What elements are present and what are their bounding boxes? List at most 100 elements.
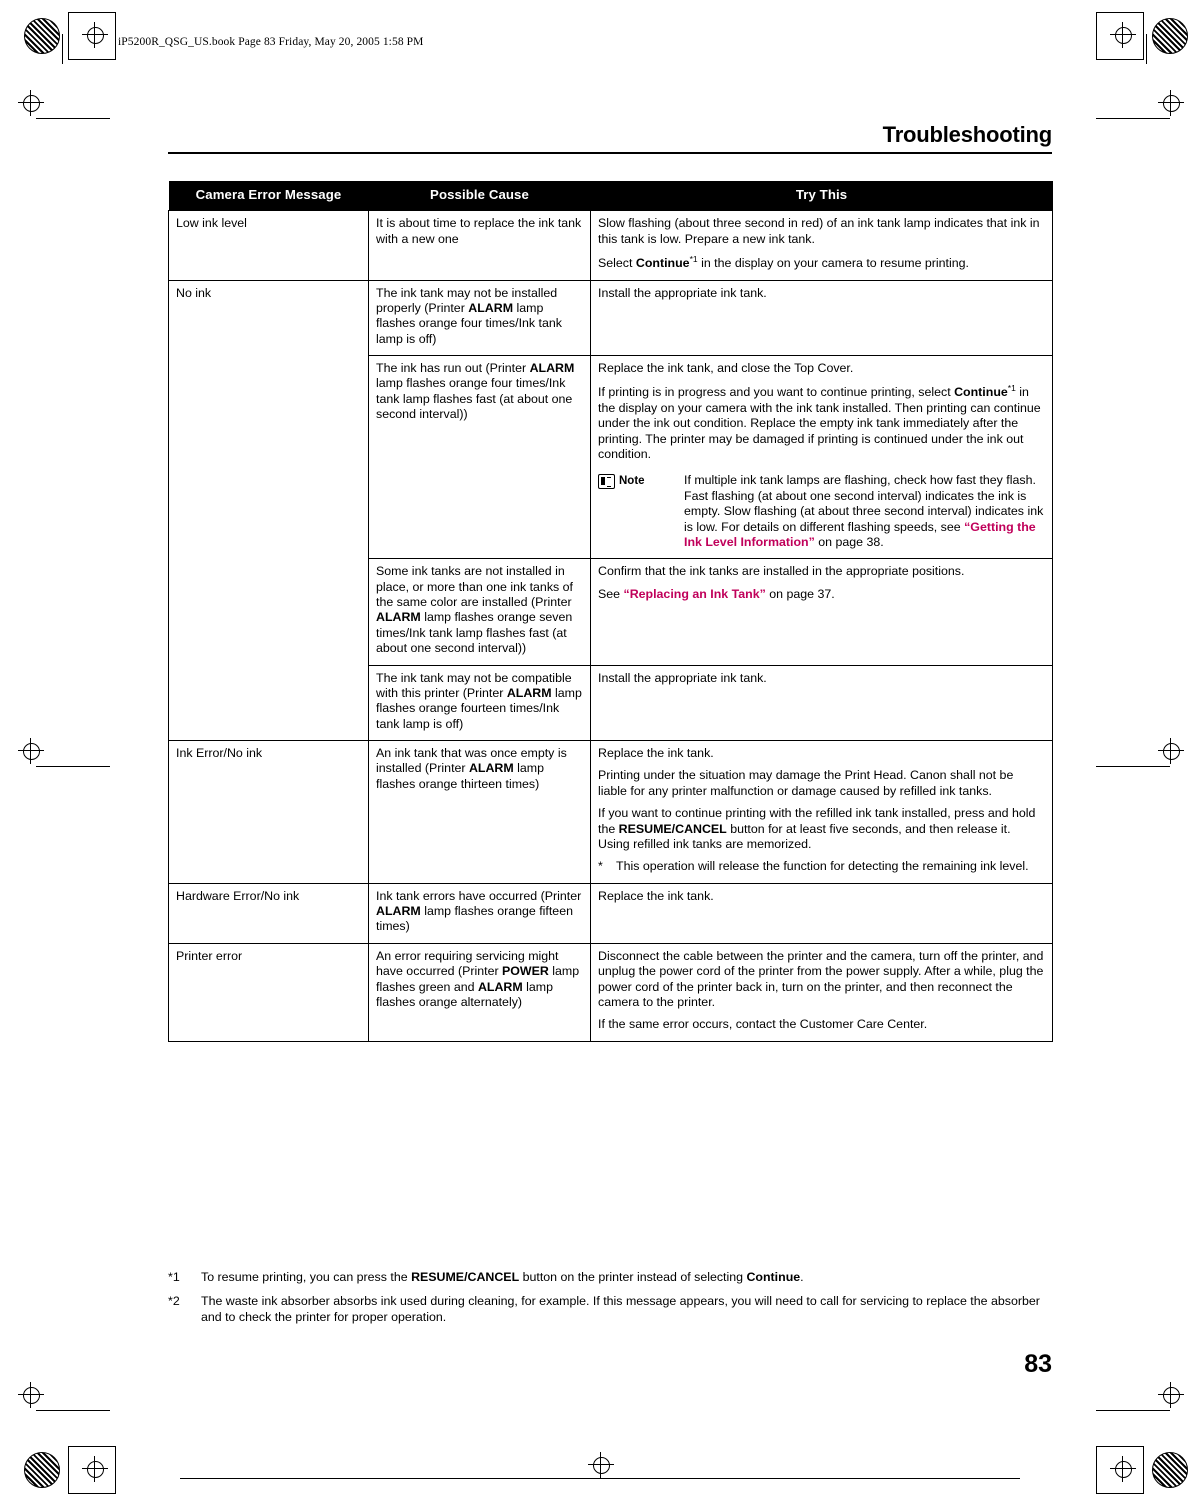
table-row: Ink Error/No ink An ink tank that was on… <box>168 740 1053 884</box>
star-text: This operation will release the function… <box>616 859 1029 874</box>
try-paragraph: If printing is in progress and you want … <box>598 383 1045 462</box>
try-text: Select <box>598 256 636 271</box>
try-paragraph: Replace the ink tank, and close the Top … <box>598 361 1045 376</box>
try-paragraph: Install the appropriate ink tank. <box>598 286 1045 301</box>
note-body: on page 38. <box>814 534 884 549</box>
try-text: Replace the ink tank. <box>598 888 714 903</box>
alarm-label: ALARM <box>506 685 552 700</box>
footnote-ref: *1 <box>1007 383 1016 394</box>
cell-message-no-ink: No ink <box>168 279 369 742</box>
try-text: See <box>598 586 624 601</box>
cell-try-printer-error: Disconnect the cable between the printer… <box>590 942 1053 1042</box>
message-text: Low ink level <box>176 216 247 231</box>
crosshair-left-upper <box>18 90 44 116</box>
cell-try-ink-error: Replace the ink tank. Printing under the… <box>590 740 1053 884</box>
cell-message-low-ink: Low ink level <box>168 210 369 281</box>
cell-cause-no-ink-4: The ink tank may not be compatible with … <box>368 664 591 742</box>
trim-line-left-top <box>36 118 110 119</box>
registration-mark-bottom-right <box>1152 1452 1188 1488</box>
page-title: Troubleshooting <box>882 122 1053 147</box>
trim-line-right-bottom <box>1096 1410 1170 1411</box>
power-label: POWER <box>502 964 549 979</box>
try-paragraph: If the same error occurs, contact the Cu… <box>598 1017 1045 1032</box>
table-header-row: Camera Error Message Possible Cause Try … <box>168 181 1053 211</box>
alarm-label: ALARM <box>468 300 514 315</box>
try-text: in the display on your camera to resume … <box>697 256 969 271</box>
cell-cause-hardware-error: Ink tank errors have occurred (Printer A… <box>368 882 591 944</box>
cell-message-printer-error: Printer error <box>168 942 369 1042</box>
trim-line-bottom-center <box>180 1478 1020 1479</box>
cause-text: The ink has run out (Printer <box>376 361 530 376</box>
note-label: Note <box>598 473 684 550</box>
try-text: Printing under the situation may damage … <box>598 768 1014 798</box>
trim-line-left-bottom <box>36 1410 110 1411</box>
try-text: Install the appropriate ink tank. <box>598 285 767 300</box>
footnote-text: . <box>800 1270 804 1284</box>
cell-message-ink-error: Ink Error/No ink <box>168 740 369 884</box>
footnote-body: To resume printing, you can press the RE… <box>201 1269 1052 1285</box>
footnotes: *1 To resume printing, you can press the… <box>168 1269 1052 1333</box>
alarm-label: ALARM <box>529 361 575 376</box>
cell-try-no-ink-1: Install the appropriate ink tank. <box>590 279 1053 357</box>
cell-try-low-ink: Slow flashing (about three second in red… <box>590 210 1053 281</box>
crosshair-left-lower <box>18 1382 44 1408</box>
try-text: on page 37. <box>765 586 835 601</box>
footnote-text: button on the printer instead of selecti… <box>519 1270 747 1284</box>
try-text: If the same error occurs, contact the Cu… <box>598 1017 928 1032</box>
crosshair-right-lower <box>1158 1382 1184 1408</box>
try-text: Confirm that the ink tanks are installed… <box>598 564 965 579</box>
trim-line-left-edge <box>62 34 63 64</box>
try-paragraph: Slow flashing (about three second in red… <box>598 216 1045 247</box>
continue-label: Continue <box>954 385 1008 400</box>
column-header-message: Camera Error Message <box>168 181 369 211</box>
title-underline <box>168 152 1052 154</box>
registration-mark-top-right <box>1152 18 1188 54</box>
cell-cause-no-ink-1: The ink tank may not be installed proper… <box>368 279 591 357</box>
alarm-label: ALARM <box>477 979 523 994</box>
table-row: Printer error An error requiring servici… <box>168 942 1053 1042</box>
crosshair-bottom-right <box>1110 1456 1136 1482</box>
alarm-label: ALARM <box>376 904 421 919</box>
try-text: Slow flashing (about three second in red… <box>598 216 1040 246</box>
star-mark: * <box>598 859 603 874</box>
try-text: Disconnect the cable between the printer… <box>598 948 1044 1009</box>
cell-try-no-ink-3: Confirm that the ink tanks are installed… <box>590 558 1053 666</box>
try-paragraph: Replace the ink tank. <box>598 889 1045 904</box>
table-row: Hardware Error/No ink Ink tank errors ha… <box>168 882 1053 944</box>
message-text: Ink Error/No ink <box>176 746 263 761</box>
cause-text: It is about time to replace the ink tank… <box>376 216 582 246</box>
cause-text: lamp flashes orange four times/Ink tank … <box>376 376 573 422</box>
cell-cause-no-ink-3: Some ink tanks are not installed in plac… <box>368 558 591 666</box>
cell-cause-low-ink: It is about time to replace the ink tank… <box>368 210 591 281</box>
try-text: Replace the ink tank, and close the Top … <box>598 361 854 376</box>
footnote-mark: *1 <box>168 1270 180 1284</box>
registration-mark-bottom-left <box>24 1452 60 1488</box>
trim-line-right-mid <box>1096 766 1170 767</box>
footnote-1: *1 To resume printing, you can press the… <box>168 1269 1052 1285</box>
crosshair-right-mid <box>1158 738 1184 764</box>
cell-message-hardware-error: Hardware Error/No ink <box>168 882 369 944</box>
try-paragraph: Confirm that the ink tanks are installed… <box>598 564 1045 579</box>
registration-mark-top-left <box>24 18 60 54</box>
cell-try-no-ink-4: Install the appropriate ink tank. <box>590 664 1053 742</box>
cause-text: Ink tank errors have occurred (Printer <box>376 888 582 903</box>
resume-cancel-label: RESUME/CANCEL <box>411 1270 520 1284</box>
message-text: Hardware Error/No ink <box>176 888 300 903</box>
cell-try-no-ink-2: Replace the ink tank, and close the Top … <box>590 355 1053 560</box>
resume-cancel-label: RESUME/CANCEL <box>618 821 727 836</box>
message-text: Printer error <box>176 948 243 963</box>
crosshair-left-mid <box>18 738 44 764</box>
note-icon <box>598 474 615 490</box>
camera-error-table-wrap: Camera Error Message Possible Cause Try … <box>168 181 1053 1042</box>
cell-try-hardware-error: Replace the ink tank. <box>590 882 1053 944</box>
cell-cause-no-ink-2: The ink has run out (Printer ALARM lamp … <box>368 355 591 560</box>
book-file-header: iP5200R_QSG_US.book Page 83 Friday, May … <box>118 36 424 48</box>
column-header-try: Try This <box>590 181 1053 211</box>
try-paragraph: Replace the ink tank. <box>598 746 1045 761</box>
message-text: No ink <box>176 285 212 300</box>
trim-line-left-mid <box>36 766 110 767</box>
crosshair-bottom-center <box>588 1452 614 1478</box>
note-block: Note If multiple ink tank lamps are flas… <box>598 473 1045 550</box>
footnote-mark: *2 <box>168 1294 180 1309</box>
cross-reference-link[interactable]: “Replacing an Ink Tank” <box>624 587 766 601</box>
